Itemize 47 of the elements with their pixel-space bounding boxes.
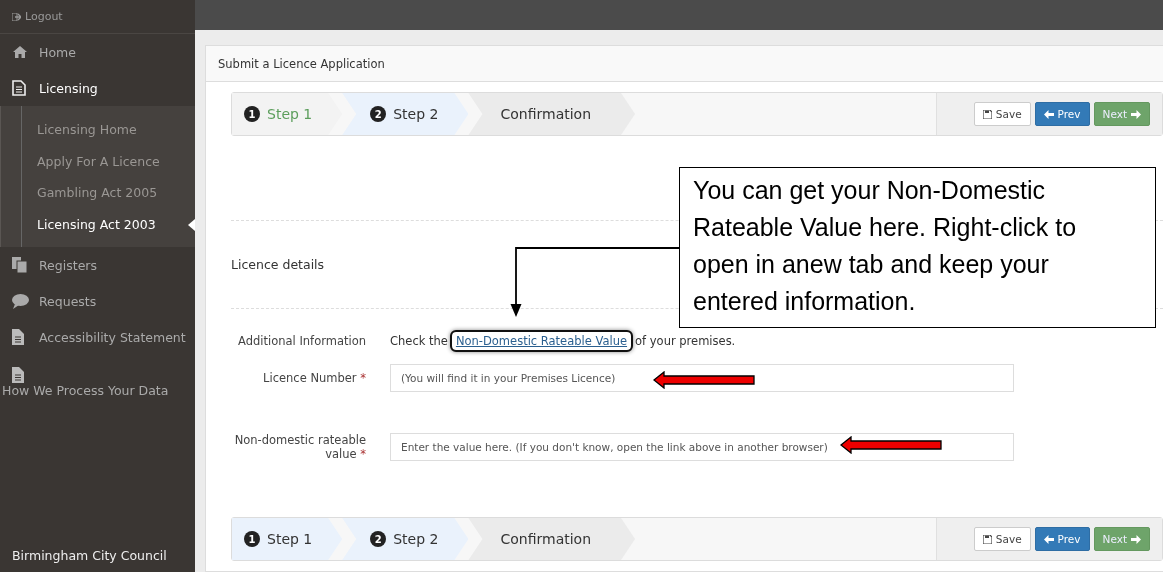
input-field[interactable]: (You will find it in your Premises Licence): [390, 364, 1014, 392]
nav-item[interactable]: Requests: [0, 283, 195, 319]
submenu-item[interactable]: Licensing Act 2003: [1, 208, 195, 240]
arrow-left-icon: [1043, 534, 1054, 544]
save-button[interactable]: Save: [973, 527, 1031, 551]
council-name: Birmingham City Council: [11, 548, 168, 565]
step-number: 2: [370, 531, 387, 547]
wizard-step[interactable]: 2 Step 2: [342, 518, 469, 560]
prev-button[interactable]: Prev: [1034, 527, 1090, 551]
callout-note: You can get your Non-Domestic Rateable Value here. Right-click to open in anew tab and keep your entered information.: [679, 167, 1156, 328]
field-label: Non-domestic rateable value *: [233, 433, 366, 461]
arrow-right-icon: [1131, 534, 1141, 544]
logout-icon: [12, 12, 21, 21]
arrow-left-icon: [1043, 109, 1054, 119]
home-icon: [12, 45, 28, 59]
speech-bubble-icon: [12, 293, 29, 309]
wizard-step[interactable]: 1 Step 1: [232, 93, 343, 135]
step-number: 1: [244, 106, 260, 122]
wizard-step[interactable]: Confirmation: [468, 518, 636, 560]
wizard-step[interactable]: 1 Step 1: [232, 518, 343, 560]
pointer-icon: [188, 218, 195, 231]
section-title: Licence details: [230, 256, 325, 274]
file-icon: [12, 329, 24, 345]
input-field[interactable]: Enter the value here. (If you don't know, open the link above in another browser): [390, 433, 1014, 461]
nav-item[interactable]: Accessibility Statement: [0, 319, 195, 355]
panel-title: Submit a Licence Application: [206, 46, 1163, 82]
nav-item[interactable]: Licensing: [0, 70, 195, 106]
wizard-step[interactable]: 2 Step 2: [342, 93, 469, 135]
submenu-item[interactable]: Gambling Act 2005: [1, 177, 195, 209]
field-label: Additional Information: [237, 334, 366, 348]
prev-button[interactable]: Prev: [1034, 102, 1090, 126]
submenu-item[interactable]: Licensing Home: [1, 114, 195, 146]
field-label: Licence Number *: [262, 371, 366, 385]
nav-item[interactable]: Registers: [0, 247, 195, 283]
rateable-value-link[interactable]: Non-Domestic Rateable Value: [451, 332, 632, 350]
nav-item[interactable]: Home: [0, 34, 195, 70]
file-icon: [12, 367, 24, 383]
nav-item[interactable]: How We Process Your Data: [0, 355, 195, 398]
step-number: 2: [370, 106, 387, 122]
step-number: 1: [244, 531, 260, 547]
submenu-item[interactable]: Apply For A Licence: [1, 145, 195, 177]
save-button[interactable]: Save: [973, 102, 1031, 126]
arrow-right-icon: [1131, 109, 1141, 119]
info-text: Check the Non-Domestic Rateable Value of your premises.: [390, 334, 1014, 348]
document-icon: [12, 80, 26, 96]
wizard-step[interactable]: Confirmation: [468, 93, 636, 135]
copy-icon: [12, 257, 27, 273]
